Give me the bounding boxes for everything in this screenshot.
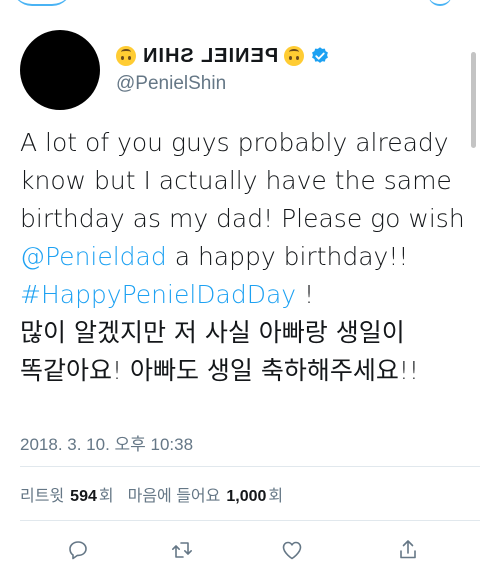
handle: @PenielShin <box>116 73 227 94</box>
upside-down-face-emoji-icon <box>284 46 305 66</box>
tweet-text-fragment: ! <box>296 280 315 309</box>
retweet-unit: 회 <box>98 488 114 505</box>
mention-link[interactable]: @Penieldad <box>20 242 167 271</box>
tweet-stats: 리트윗 594 회 마음에 들어요 1,000 회 <box>20 482 283 506</box>
share-button[interactable] <box>394 536 422 564</box>
like-unit: 회 <box>268 488 284 505</box>
retweet-button[interactable] <box>168 536 196 564</box>
tweet-actions <box>0 530 480 566</box>
tweet-header: PENIEL SHIN @PenielShin <box>20 30 330 110</box>
avatar[interactable] <box>20 30 100 110</box>
hashtag-link[interactable]: #HappyPenielDadDay <box>20 280 296 309</box>
tweet-line: 많이 알겠지만 저 사실 아빠랑 생일이 <box>20 318 405 347</box>
reply-icon <box>69 541 87 560</box>
divider <box>20 466 480 467</box>
display-name: PENIEL SHIN <box>142 45 279 67</box>
scrollbar[interactable] <box>471 52 476 148</box>
like-count: 1,000 <box>226 488 267 505</box>
like-stat[interactable]: 마음에 들어요 1,000 회 <box>128 482 284 506</box>
divider <box>20 520 480 521</box>
tweet-line: birthday as my dad! Please go wish <box>20 204 465 233</box>
tweet-line: @Penieldad a happy birthday!! <box>20 238 460 276</box>
like-icon <box>282 541 302 560</box>
share-icon <box>400 540 416 559</box>
author-names[interactable]: PENIEL SHIN @PenielShin <box>116 44 330 96</box>
tweet-line: 똑같아요! 아빠도 생일 축하해주세요!! <box>20 356 419 385</box>
tweet-text-fragment: a happy birthday!! <box>166 242 409 271</box>
tweet-timestamp: 2018. 3. 10. 오후 10:38 <box>20 435 194 454</box>
top-strip <box>0 0 480 14</box>
verified-badge-icon <box>312 47 329 63</box>
tweet-line: #HappyPenielDadDay ! <box>20 276 460 314</box>
retweet-label: 리트윗 <box>20 488 65 505</box>
upside-down-face-emoji-icon <box>116 46 136 66</box>
like-button[interactable] <box>278 536 306 564</box>
top-arc-left <box>12 0 72 6</box>
reply-button[interactable] <box>64 536 92 564</box>
tweet-line: know but I actually have the same <box>20 166 452 195</box>
like-label: 마음에 들어요 <box>127 488 221 505</box>
retweet-stat[interactable]: 리트윗 594 회 <box>20 482 114 506</box>
retweet-count: 594 <box>70 488 97 505</box>
tweet-line: A lot of you guys probably already <box>20 128 449 157</box>
display-name-row: PENIEL SHIN <box>116 44 330 68</box>
retweet-icon <box>172 542 192 558</box>
tweet-text: A lot of you guys probably already know … <box>20 124 465 390</box>
top-arc-right <box>428 0 452 6</box>
